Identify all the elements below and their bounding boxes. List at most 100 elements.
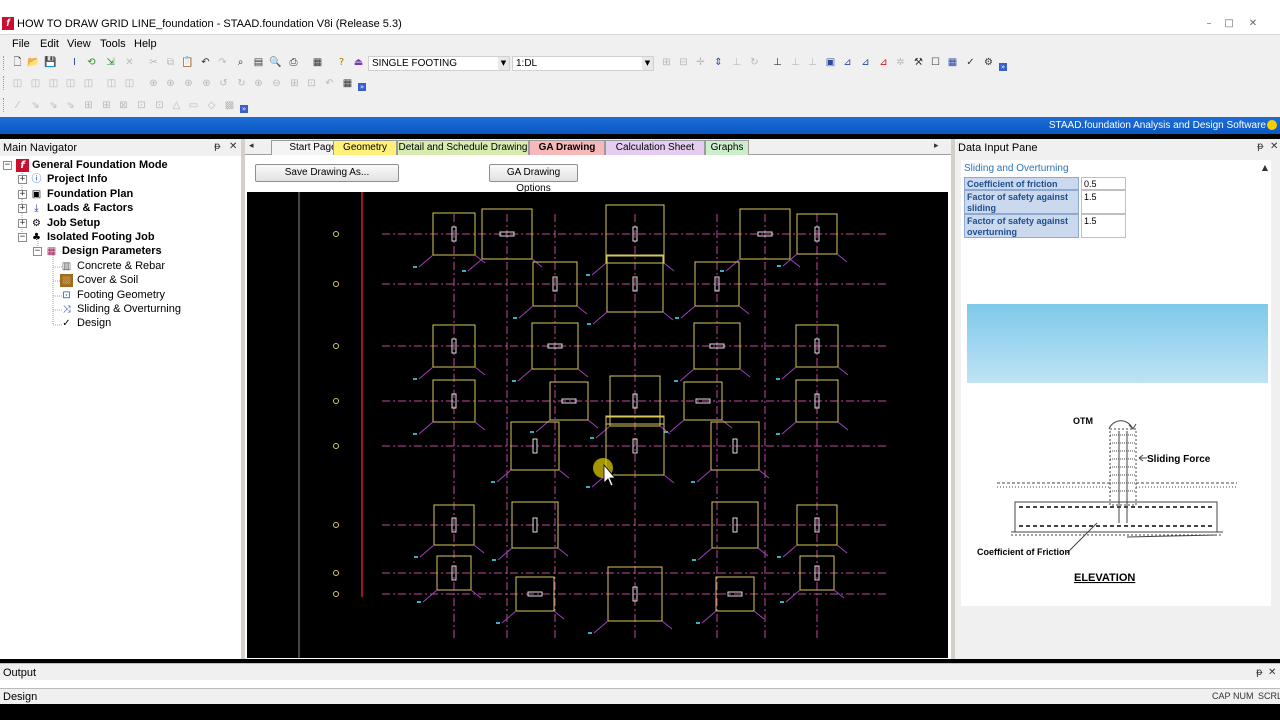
ga-drawing-options-button[interactable]: GA Drawing Options <box>489 164 578 194</box>
load-down-icon[interactable]: ⊥ <box>730 56 743 69</box>
spin-left-icon[interactable]: ↺ <box>217 77 230 90</box>
menu-edit[interactable]: Edit <box>40 38 59 50</box>
select-icon[interactable]: ⇘ <box>29 99 42 112</box>
ga-drawing-canvas[interactable] <box>247 192 948 658</box>
gear-icon[interactable]: ⚙ <box>982 56 995 69</box>
view-pan-icon[interactable]: ◫ <box>123 77 136 90</box>
collapse-section-icon[interactable]: ▲ <box>1262 163 1268 172</box>
save-drawing-button[interactable]: Save Drawing As... <box>255 164 399 182</box>
layout-icon[interactable]: ▦ <box>946 56 959 69</box>
tab-ga-drawing[interactable]: GA Drawing <box>529 140 605 155</box>
expand-icon[interactable]: + <box>18 204 27 213</box>
spin-right-icon[interactable]: ↻ <box>235 77 248 90</box>
menu-view[interactable]: View <box>67 38 91 50</box>
tab-calculation-sheet[interactable]: Calculation Sheet <box>605 140 705 155</box>
select-node-icon[interactable]: ⇘ <box>47 99 60 112</box>
chevron-down-icon[interactable]: ▼ <box>498 57 509 70</box>
import-icon[interactable]: ⇲ <box>104 56 117 69</box>
close-icon[interactable]: ✕ <box>1270 141 1278 152</box>
new-file-icon[interactable]: 🗋 <box>11 56 24 69</box>
footing-type-select[interactable]: SINGLE FOOTING ▼ <box>368 56 510 71</box>
mesh-icon[interactable]: ✲ <box>894 56 907 69</box>
tab-detail-schedule-drawing[interactable]: Detail and Schedule Drawing <box>397 140 529 155</box>
diamond-icon[interactable]: ◇ <box>205 99 218 112</box>
coefficient-of-friction-input[interactable]: 0.5 <box>1081 177 1126 190</box>
moment-icon[interactable]: ↻ <box>748 56 761 69</box>
close-button[interactable]: ✕ <box>1244 17 1262 30</box>
help-icon[interactable]: ? <box>335 56 348 69</box>
toolbar-overflow-icon[interactable]: » <box>240 105 248 113</box>
select-plate-icon[interactable]: ⊞ <box>82 99 95 112</box>
zoom-out-icon[interactable]: ⊖ <box>270 77 283 90</box>
mat-icon[interactable]: ⊿ <box>841 56 854 69</box>
toolbar-grip[interactable] <box>3 56 6 70</box>
view-rotate-icon[interactable]: ◫ <box>105 77 118 90</box>
toolbar-grip[interactable] <box>3 98 6 112</box>
zoom-previous-icon[interactable]: ↶ <box>323 77 336 90</box>
view-top-icon[interactable]: ◫ <box>64 77 77 90</box>
zoom-extents-icon[interactable]: ⊡ <box>305 77 318 90</box>
fos-overturning-input[interactable]: 1.5 <box>1081 214 1126 238</box>
pile-cap-icon[interactable]: ⊥ <box>789 56 802 69</box>
hatch-icon[interactable]: ▩ <box>223 99 236 112</box>
column-tool-icon[interactable]: Ⅰ <box>68 56 81 69</box>
view-front-icon[interactable]: ◫ <box>29 77 42 90</box>
member-icon[interactable]: ⊟ <box>677 56 690 69</box>
toolbar-overflow-icon[interactable]: » <box>999 63 1007 71</box>
menu-help[interactable]: Help <box>134 38 157 50</box>
support-icon[interactable]: ⊞ <box>660 56 673 69</box>
calculator-icon[interactable]: ▦ <box>311 56 324 69</box>
rotate-down-icon[interactable]: ⊕ <box>200 77 213 90</box>
window-icon[interactable]: ☐ <box>929 56 942 69</box>
undo-icon[interactable]: ↶ <box>199 56 212 69</box>
select-member-icon[interactable]: ⇘ <box>64 99 77 112</box>
table-icon[interactable]: ▣ <box>824 56 837 69</box>
refresh-icon[interactable]: ⟲ <box>85 56 98 69</box>
maximize-button[interactable]: □ <box>1220 17 1238 30</box>
close-icon[interactable]: ✕ <box>1268 667 1276 678</box>
view-side-icon[interactable]: ◫ <box>47 77 60 90</box>
select-region-icon[interactable]: ⊞ <box>100 99 113 112</box>
view-iso-icon[interactable]: ◫ <box>11 77 24 90</box>
minimize-button[interactable]: – <box>1200 17 1218 30</box>
menu-tools[interactable]: Tools <box>100 38 126 50</box>
print-icon[interactable]: ⎙ <box>287 56 300 69</box>
collapse-icon[interactable]: − <box>33 247 42 256</box>
combine-icon[interactable]: ⊿ <box>877 56 890 69</box>
view-bottom-icon[interactable]: ◫ <box>82 77 95 90</box>
pin-icon[interactable]: ᵽ <box>214 141 221 152</box>
cut-icon[interactable]: ✂ <box>147 56 160 69</box>
pin-icon[interactable]: ᵽ <box>1257 141 1264 152</box>
menu-file[interactable]: File <box>12 38 30 50</box>
rotate-right-icon[interactable]: ⊕ <box>164 77 177 90</box>
select-all-icon[interactable]: ⊠ <box>117 99 130 112</box>
zoom-in-icon[interactable]: ⊕ <box>252 77 265 90</box>
rotate-left-icon[interactable]: ⊕ <box>147 77 160 90</box>
tab-scroll-left-icon[interactable]: ◂ <box>249 141 254 151</box>
zoom-window-icon[interactable]: ⊞ <box>288 77 301 90</box>
grid-icon[interactable]: ▦ <box>341 77 354 90</box>
pile-icon[interactable]: ⊥ <box>771 56 784 69</box>
copy-icon[interactable]: ⧉ <box>164 56 177 69</box>
select-box-icon[interactable]: ⊡ <box>135 99 148 112</box>
pile-layout-icon[interactable]: ⊥ <box>806 56 819 69</box>
open-folder-icon[interactable]: 📂 <box>27 56 40 69</box>
toolbar-grip[interactable] <box>3 76 6 90</box>
collapse-icon[interactable]: − <box>3 161 12 170</box>
slab-icon[interactable]: ⊿ <box>859 56 872 69</box>
tab-scroll-right-icon[interactable]: ▸ <box>934 141 939 151</box>
settings-icon[interactable]: ⚒ <box>912 56 925 69</box>
draw-line-icon[interactable]: ⁄ <box>11 99 24 112</box>
check-icon[interactable]: ✓ <box>964 56 977 69</box>
select-poly-icon[interactable]: ⊡ <box>153 99 166 112</box>
node-icon[interactable]: ✛ <box>694 56 707 69</box>
redo-icon[interactable]: ↷ <box>216 56 229 69</box>
report-icon[interactable]: ▤ <box>252 56 265 69</box>
delete-icon[interactable]: ✕ <box>123 56 136 69</box>
rotate-up-icon[interactable]: ⊕ <box>182 77 195 90</box>
ga-drawing-svg[interactable] <box>247 192 948 658</box>
load-case-select[interactable]: 1:DL ▼ <box>512 56 654 71</box>
close-icon[interactable]: ✕ <box>229 141 237 152</box>
design-icon[interactable]: ⏏ <box>352 56 365 69</box>
expand-icon[interactable]: + <box>18 175 27 184</box>
